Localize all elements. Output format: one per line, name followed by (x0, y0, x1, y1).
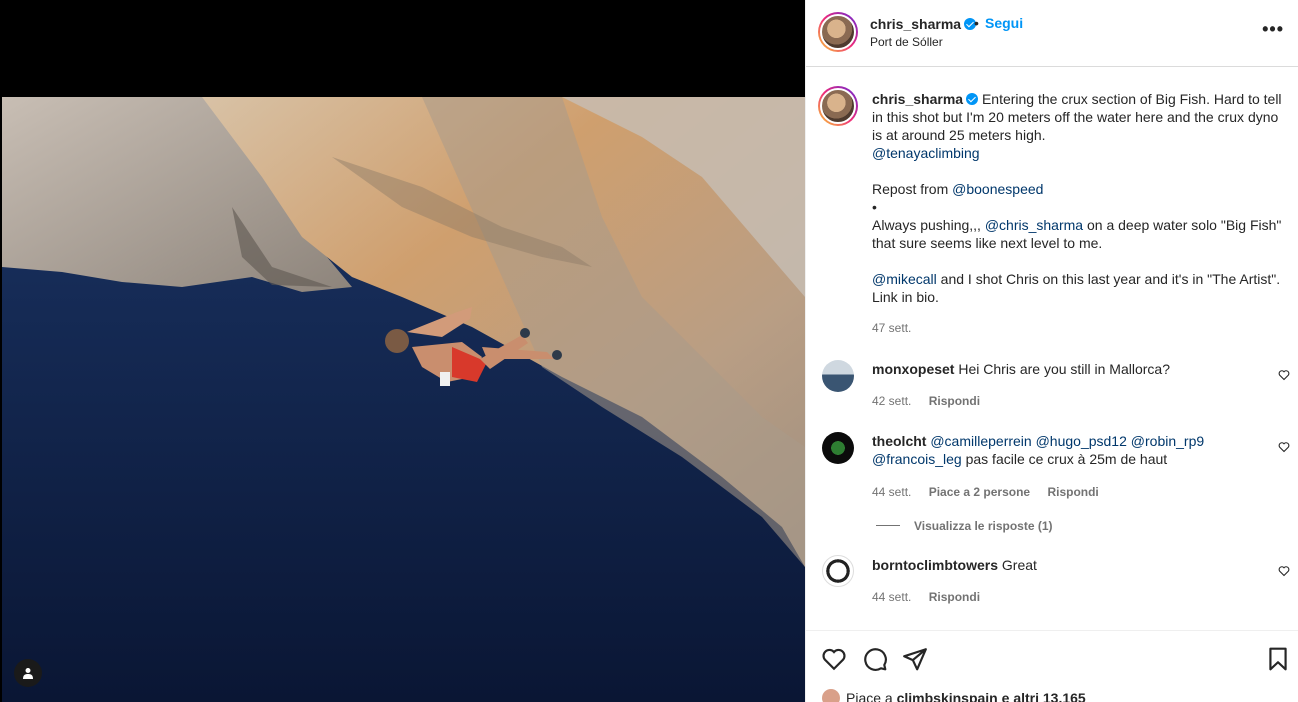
post-location[interactable]: Port de Sóller (870, 35, 943, 49)
more-options-icon[interactable]: ••• (1262, 20, 1284, 38)
reply-button[interactable]: Rispondi (929, 590, 980, 604)
comment-meta: 42 sett. Rispondi (872, 394, 994, 408)
comment-like-heart-icon[interactable] (1278, 441, 1290, 453)
view-replies-button[interactable]: Visualizza le risposte (1) (914, 519, 1053, 533)
post-header: chris_sharma • Segui Port de Sóller ••• (806, 0, 1298, 67)
follow-button[interactable]: Segui (985, 15, 1023, 31)
caption-username[interactable]: chris_sharma (872, 91, 963, 107)
comment-time[interactable]: 42 sett. (872, 394, 911, 408)
post-caption: chris_sharma Entering the crux section o… (872, 90, 1286, 306)
comment-item: theolcht @camilleperrein @hugo_psd12 @ro… (872, 432, 1270, 468)
likes-summary: Piace a climbskinspain e altri 13.165 (822, 689, 1086, 702)
caption-author-avatar[interactable] (818, 86, 858, 126)
separator-dot: • (974, 15, 979, 31)
heart-icon[interactable] (821, 646, 847, 672)
mention-link[interactable]: @chris_sharma (985, 217, 1083, 233)
mention-link[interactable]: @mikecall (872, 271, 937, 287)
user-tag-icon (23, 668, 33, 679)
comment-username[interactable]: monxopeset (872, 361, 954, 377)
comment-meta: 44 sett. Rispondi (872, 590, 994, 604)
comment-time[interactable]: 44 sett. (872, 590, 911, 604)
liker-username[interactable]: climbskinspain (897, 690, 998, 702)
climbing-photo-image (2, 97, 805, 702)
media-pane (0, 0, 805, 702)
comment-username[interactable]: borntoclimbtowers (872, 557, 998, 573)
author-avatar[interactable] (818, 12, 858, 52)
post-photo[interactable] (2, 97, 805, 702)
commenter-avatar[interactable] (822, 555, 854, 587)
comment-time[interactable]: 44 sett. (872, 485, 911, 499)
comment-like-heart-icon[interactable] (1278, 565, 1290, 577)
comment-item: borntoclimbtowers Great (872, 556, 1270, 574)
likes-count[interactable]: e altri 13.165 (998, 690, 1086, 702)
comment-text: Great (1001, 557, 1037, 573)
comment-meta: 44 sett. Piace a 2 persone Rispondi (872, 485, 1113, 499)
comment-text: Hei Chris are you still in Mallorca? (958, 361, 1170, 377)
comment-like-heart-icon[interactable] (1278, 369, 1290, 381)
commenter-avatar[interactable] (822, 360, 854, 392)
caption-text: Always pushing,,, (872, 217, 985, 233)
comment-username[interactable]: theolcht (872, 433, 926, 449)
commenter-avatar[interactable] (822, 432, 854, 464)
comment-item: monxopeset Hei Chris are you still in Ma… (872, 360, 1270, 378)
likes-prefix: Piace a (846, 690, 897, 702)
comment-icon[interactable] (862, 646, 888, 672)
caption-time[interactable]: 47 sett. (872, 321, 911, 335)
liker-avatar[interactable] (822, 689, 840, 702)
post-side-panel: chris_sharma • Segui Port de Sóller ••• … (805, 0, 1298, 702)
view-replies[interactable]: Visualizza le risposte (1) (876, 519, 1067, 533)
user-tag-button[interactable] (14, 659, 42, 687)
mention-link[interactable]: @camilleperrein (930, 433, 1031, 449)
reply-button[interactable]: Rispondi (1047, 485, 1098, 499)
reply-button[interactable]: Rispondi (929, 394, 980, 408)
author-username[interactable]: chris_sharma (870, 16, 977, 32)
share-icon[interactable] (902, 646, 928, 672)
comment-likes-count[interactable]: Piace a 2 persone (929, 485, 1030, 499)
mention-link[interactable]: @robin_rp9 (1131, 433, 1204, 449)
comment-text: pas facile ce crux à 25m de haut (961, 451, 1168, 467)
post-actions-bar: Piace a climbskinspain e altri 13.165 (806, 630, 1298, 702)
caption-meta: 47 sett. (872, 321, 925, 335)
comments-list: chris_sharma Entering the crux section o… (806, 68, 1298, 630)
bookmark-icon[interactable] (1265, 646, 1291, 672)
verified-badge-icon (966, 93, 979, 105)
mention-link[interactable]: @hugo_psd12 (1036, 433, 1127, 449)
caption-bullet: • (872, 199, 877, 215)
replies-line (876, 525, 900, 526)
caption-text: Repost from (872, 181, 953, 197)
mention-link[interactable]: @francois_leg (872, 451, 962, 467)
mention-link[interactable]: @tenayaclimbing (872, 145, 980, 161)
mention-link[interactable]: @boonespeed (952, 181, 1043, 197)
